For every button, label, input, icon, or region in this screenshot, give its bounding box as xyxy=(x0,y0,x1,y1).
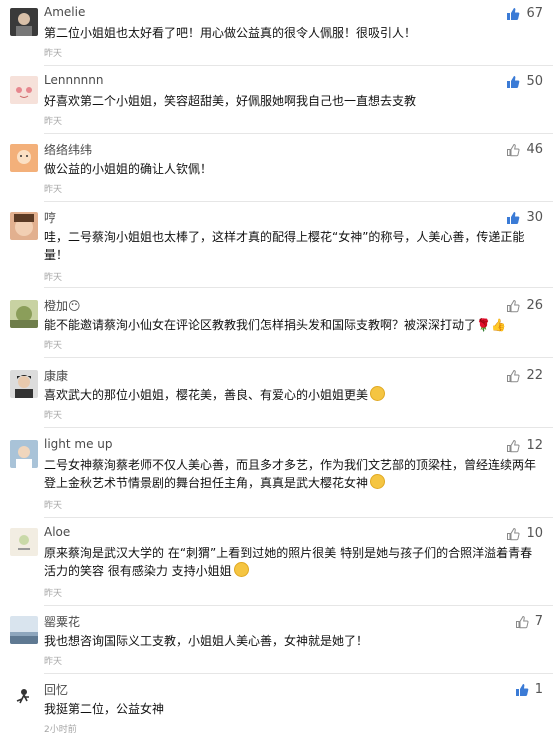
comment-item: 橙加😶 能不能邀请蔡洵小仙女在评论区教教我们怎样捐头发和国际支教啊？被深深打动了… xyxy=(0,292,553,358)
avatar[interactable] xyxy=(10,8,38,36)
comment-text: 我挺第二位，公益女神 xyxy=(44,702,165,716)
comment-list: Amelie 第二位小姐姐也太好看了吧！用心做公益真的很令人佩服！很吸引人！ 昨… xyxy=(0,0,553,751)
thumbs-up-icon xyxy=(507,143,520,156)
comment-time: 昨天 xyxy=(44,501,63,511)
comment-time: 昨天 xyxy=(44,411,63,421)
like-button[interactable]: 22 xyxy=(506,368,543,383)
like-count: 46 xyxy=(526,142,543,157)
comment-text: 哇，二号蔡洵小姐姐也太棒了，这样才真的配得上樱花“女神”的称号，人美心善，传递正… xyxy=(44,230,525,262)
like-count: 30 xyxy=(526,210,543,225)
comment-time: 昨天 xyxy=(44,49,63,59)
divider xyxy=(44,605,553,606)
like-button[interactable]: 26 xyxy=(506,298,543,313)
divider xyxy=(44,65,553,66)
user-name[interactable]: Aloe xyxy=(44,525,70,539)
avatar[interactable] xyxy=(10,212,38,240)
like-button[interactable]: 12 xyxy=(506,438,543,453)
user-name[interactable]: Amelie xyxy=(44,5,85,19)
avatar[interactable] xyxy=(10,300,38,328)
divider xyxy=(44,133,553,134)
like-count: 67 xyxy=(526,6,543,21)
thumbs-up-icon xyxy=(515,683,529,696)
divider xyxy=(44,427,553,428)
like-button[interactable]: 1 xyxy=(515,682,543,697)
user-name[interactable]: 回忆 xyxy=(44,681,68,698)
avatar[interactable] xyxy=(10,370,38,398)
like-count: 10 xyxy=(526,526,543,541)
thumbs-up-icon xyxy=(507,211,520,224)
like-button[interactable]: 7 xyxy=(515,614,543,629)
user-name[interactable]: 康康 xyxy=(44,367,68,384)
divider xyxy=(44,673,553,674)
avatar[interactable] xyxy=(10,616,38,644)
comment-text: 二号女神蔡洵蔡老师不仅人美心善，而且多才多艺，作为我们文艺部的顶梁柱，曾经连续两… xyxy=(44,458,537,490)
thumbs-up-icon xyxy=(507,369,520,382)
comment-text: 好喜欢第二个小姐姐，笑容超甜美，好佩服她啊我自己也一直想去支教 xyxy=(44,94,417,108)
like-count: 22 xyxy=(526,368,543,383)
like-count: 26 xyxy=(526,298,543,313)
like-count: 12 xyxy=(526,438,543,453)
thumbs-up-icon xyxy=(507,299,520,312)
like-count: 50 xyxy=(526,74,543,89)
divider xyxy=(44,287,553,288)
thumbs-up-icon xyxy=(507,75,520,88)
comment-item: 康康 喜欢武大的那位小姐姐，樱花美，善良、有爱心的小姐姐更美 昨天 22 xyxy=(0,362,553,428)
thumbs-up-icon xyxy=(515,615,529,628)
comment-text: 能不能邀请蔡洵小仙女在评论区教教我们怎样捐头发和国际支教啊？被深深打动了🌹👍 xyxy=(44,318,506,332)
thumbs-up-icon xyxy=(507,527,520,540)
avatar[interactable] xyxy=(10,440,38,468)
divider xyxy=(44,357,553,358)
comment-time: 2小时前 xyxy=(44,725,77,735)
like-button[interactable]: 46 xyxy=(506,142,543,157)
comment-time: 昨天 xyxy=(44,589,63,599)
like-button[interactable]: 30 xyxy=(506,210,543,225)
comment-item: Lennnnnn 好喜欢第二个小姐姐，笑容超甜美，好佩服她啊我自己也一直想去支教… xyxy=(0,68,553,134)
avatar[interactable] xyxy=(10,76,38,104)
comment-time: 昨天 xyxy=(44,185,63,195)
user-name[interactable]: 哼 xyxy=(44,209,56,226)
comment-item: Aloe 原来蔡洵是武汉大学的 在“刺猬”上看到过她的照片很美 特别是她与孩子们… xyxy=(0,520,553,606)
smile-emoji-icon xyxy=(233,562,249,577)
comment-time: 昨天 xyxy=(44,117,63,127)
comment-item: light me up 二号女神蔡洵蔡老师不仅人美心善，而且多才多艺，作为我们文… xyxy=(0,432,553,518)
like-count: 1 xyxy=(534,682,543,697)
comment-text: 原来蔡洵是武汉大学的 在“刺猬”上看到过她的照片很美 特别是她与孩子们的合照洋溢… xyxy=(44,546,533,578)
comment-item: 络络纬纬 做公益的小姐姐的确让人钦佩！ 昨天 46 xyxy=(0,136,553,202)
comment-item: 回忆 我挺第二位，公益女神 2小时前 1 xyxy=(0,676,553,748)
avatar[interactable] xyxy=(10,144,38,172)
comment-text: 做公益的小姐姐的确让人钦佩！ xyxy=(44,162,213,176)
comment-item: Amelie 第二位小姐姐也太好看了吧！用心做公益真的很令人佩服！很吸引人！ 昨… xyxy=(0,0,553,66)
heart-eyes-emoji-icon xyxy=(370,474,386,489)
comment-text: 第二位小姐姐也太好看了吧！用心做公益真的很令人佩服！很吸引人！ xyxy=(44,26,417,40)
comment-time: 昨天 xyxy=(44,273,63,283)
divider xyxy=(44,517,553,518)
comment-text: 我也想咨询国际义工支教，小姐姐人美心善，女神就是她了！ xyxy=(44,634,369,648)
thumbs-up-icon xyxy=(507,439,520,452)
user-name[interactable]: light me up xyxy=(44,437,113,451)
like-button[interactable]: 67 xyxy=(506,6,543,21)
comment-text: 喜欢武大的那位小姐姐，樱花美，善良、有爱心的小姐姐更美 xyxy=(44,386,542,404)
thumbs-up-icon xyxy=(507,7,520,20)
comment-time: 昨天 xyxy=(44,657,63,667)
like-button[interactable]: 50 xyxy=(506,74,543,89)
avatar[interactable] xyxy=(10,528,38,556)
smile-emoji-icon xyxy=(370,386,386,401)
avatar[interactable] xyxy=(10,684,38,712)
user-name[interactable]: Lennnnnn xyxy=(44,73,104,87)
comment-time: 昨天 xyxy=(44,341,63,351)
comment-item: 罂粟花 我也想咨询国际义工支教，小姐姐人美心善，女神就是她了！ 昨天 7 xyxy=(0,608,553,674)
user-name[interactable]: 罂粟花 xyxy=(44,613,80,630)
user-name[interactable]: 橙加😶 xyxy=(44,297,81,314)
comment-item: 哼 哇，二号蔡洵小姐姐也太棒了，这样才真的配得上樱花“女神”的称号，人美心善，传… xyxy=(0,204,553,288)
like-button[interactable]: 10 xyxy=(506,526,543,541)
divider xyxy=(44,201,553,202)
user-name[interactable]: 络络纬纬 xyxy=(44,141,92,158)
like-count: 7 xyxy=(534,614,543,629)
